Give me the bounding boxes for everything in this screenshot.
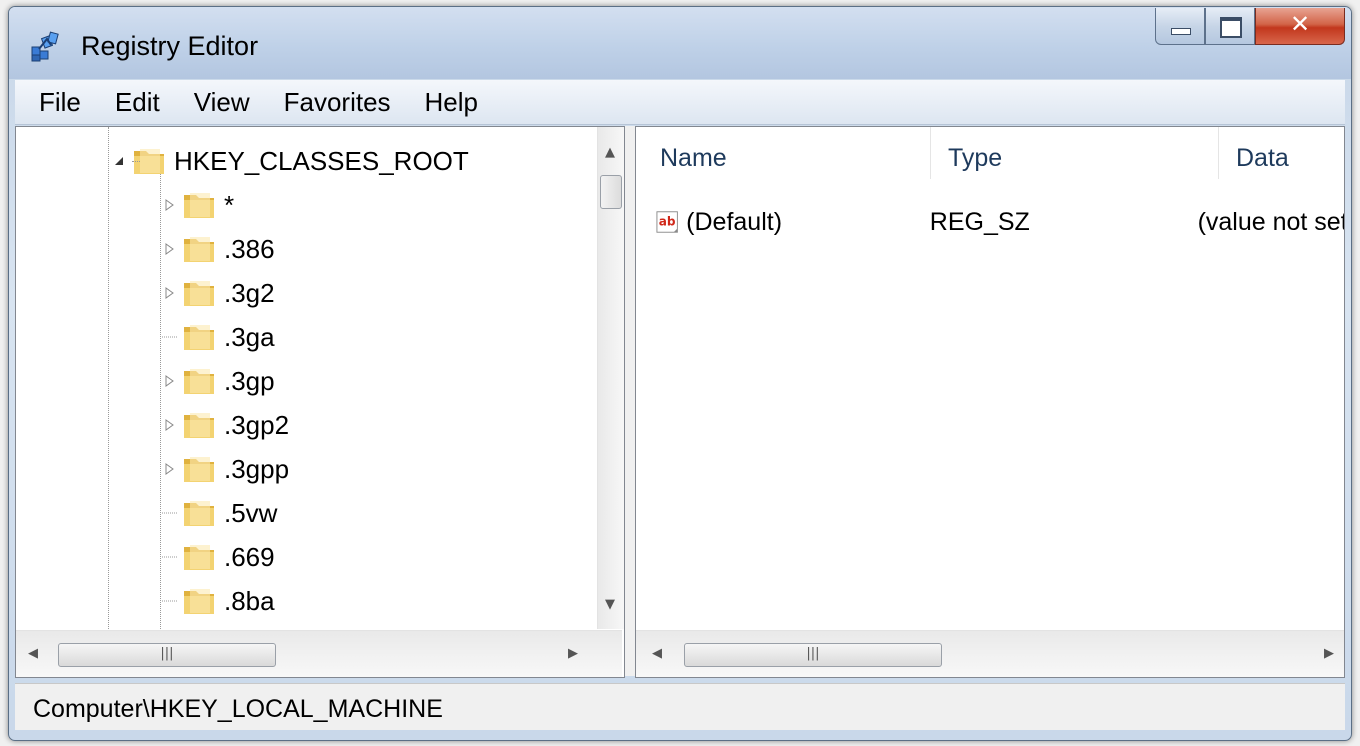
registry-editor-icon: [31, 31, 59, 62]
folder-icon: [184, 501, 214, 526]
tree-node-hkey-classes-root[interactable]: HKEY_CLASSES_ROOT: [112, 139, 469, 183]
scroll-thumb[interactable]: |||: [58, 643, 276, 667]
window-title: Registry Editor: [81, 31, 259, 61]
tree-node-label: .386: [224, 233, 275, 264]
pane-splitter[interactable]: [625, 126, 635, 676]
maximize-icon: [1220, 17, 1242, 38]
tree-node-label: .3g2: [224, 277, 275, 308]
tree-connector: [162, 600, 178, 602]
value-row[interactable]: ab (Default) REG_SZ (value not set): [656, 203, 1345, 241]
tree-node-label: .8ba: [224, 585, 275, 616]
tree-vertical-scrollbar[interactable]: ▲ ▼: [597, 127, 624, 629]
scroll-down-icon[interactable]: ▼: [605, 597, 615, 612]
column-header-type[interactable]: Type: [948, 127, 1219, 179]
close-icon: ✕: [1289, 10, 1311, 38]
expand-arrow-icon[interactable]: [162, 461, 178, 477]
scroll-right-icon[interactable]: ▶: [568, 646, 578, 661]
tree-connector: [162, 556, 178, 558]
key-tree-pane[interactable]: HKEY_CLASSES_ROOT * .386 .3g2 .3ga .3gp .3gp2…: [15, 126, 625, 678]
tree-node[interactable]: .3gp2: [162, 403, 289, 447]
main-content: HKEY_CLASSES_ROOT * .386 .3g2 .3ga .3gp .3gp2…: [15, 126, 1345, 678]
folder-icon: [184, 281, 214, 306]
tree-node-label: .669: [224, 541, 275, 572]
folder-icon: [184, 325, 214, 350]
tree-guide-line: [108, 127, 109, 629]
tree-node[interactable]: .8bc: [162, 623, 273, 629]
tree-node[interactable]: .5vw: [162, 491, 277, 535]
folder-icon: [184, 237, 214, 262]
tree-node[interactable]: .3ga: [162, 315, 275, 359]
menu-bar: File Edit View Favorites Help: [15, 80, 1345, 125]
title-bar[interactable]: Registry Editor ✕: [9, 7, 1351, 79]
folder-icon: [184, 457, 214, 482]
tree-node[interactable]: .3g2: [162, 271, 275, 315]
scroll-up-icon[interactable]: ▲: [605, 145, 615, 160]
scroll-left-icon[interactable]: ◀: [652, 646, 662, 661]
tree-node-label: .3gp: [224, 365, 275, 396]
scroll-right-icon[interactable]: ▶: [1324, 646, 1334, 661]
expand-arrow-icon[interactable]: [162, 417, 178, 433]
menu-view[interactable]: View: [177, 80, 267, 124]
key-tree: HKEY_CLASSES_ROOT * .386 .3g2 .3ga .3gp .3gp2…: [16, 127, 596, 629]
values-pane[interactable]: Name Type Data ab (Default) REG_SZ (valu…: [635, 126, 1345, 678]
menu-file[interactable]: File: [15, 80, 98, 124]
scroll-thumb[interactable]: [600, 175, 622, 209]
collapse-arrow-icon[interactable]: [112, 153, 128, 169]
tree-node[interactable]: .3gpp: [162, 447, 289, 491]
folder-icon: [184, 545, 214, 570]
tree-node[interactable]: .8ba: [162, 579, 275, 623]
minimize-button[interactable]: [1155, 8, 1205, 45]
folder-icon: [184, 589, 214, 614]
tree-node[interactable]: .669: [162, 535, 275, 579]
tree-node-label: .3gp2: [224, 409, 290, 440]
svg-text:ab: ab: [659, 215, 676, 229]
folder-icon: [184, 413, 214, 438]
tree-node[interactable]: *: [162, 183, 234, 227]
column-header-data[interactable]: Data: [1236, 127, 1344, 179]
string-value-icon: ab: [656, 211, 678, 233]
tree-node[interactable]: .386: [162, 227, 275, 271]
tree-connector: [162, 336, 178, 338]
tree-node-label: HKEY_CLASSES_ROOT: [174, 145, 469, 176]
tree-node-label: .3gpp: [224, 453, 290, 484]
value-data: (value not set): [1197, 207, 1345, 236]
value-name: (Default): [686, 207, 783, 236]
menu-favorites[interactable]: Favorites: [267, 80, 408, 124]
tree-node-label: *: [224, 189, 235, 220]
expand-arrow-icon[interactable]: [162, 197, 178, 213]
folder-icon: [184, 369, 214, 394]
tree-node[interactable]: .3gp: [162, 359, 275, 403]
column-header-name[interactable]: Name: [660, 127, 931, 179]
minimize-icon: [1171, 28, 1191, 35]
tree-horizontal-scrollbar[interactable]: ◀ ||| ▶: [16, 630, 622, 677]
tree-node-label: .3ga: [224, 321, 275, 352]
folder-icon: [184, 193, 214, 218]
menu-edit[interactable]: Edit: [98, 80, 177, 124]
expand-arrow-icon[interactable]: [162, 373, 178, 389]
scroll-left-icon[interactable]: ◀: [28, 646, 38, 661]
tree-guide-line: [160, 163, 161, 629]
values-horizontal-scrollbar[interactable]: ◀ ||| ▶: [636, 630, 1344, 677]
tree-node-label: .5vw: [224, 497, 278, 528]
tree-connector: [162, 512, 178, 514]
scroll-thumb[interactable]: |||: [684, 643, 942, 667]
expand-arrow-icon[interactable]: [162, 285, 178, 301]
value-type: REG_SZ: [929, 207, 1030, 236]
status-bar: Computer\HKEY_LOCAL_MACHINE: [15, 683, 1345, 730]
status-path: Computer\HKEY_LOCAL_MACHINE: [33, 695, 443, 723]
registry-editor-window: Registry Editor ✕ File Edit View Favorit…: [8, 6, 1352, 741]
close-button[interactable]: ✕: [1255, 8, 1345, 45]
expand-arrow-icon[interactable]: [162, 241, 178, 257]
menu-help[interactable]: Help: [408, 80, 495, 124]
maximize-button[interactable]: [1205, 8, 1255, 45]
caption-buttons: ✕: [1155, 8, 1345, 46]
